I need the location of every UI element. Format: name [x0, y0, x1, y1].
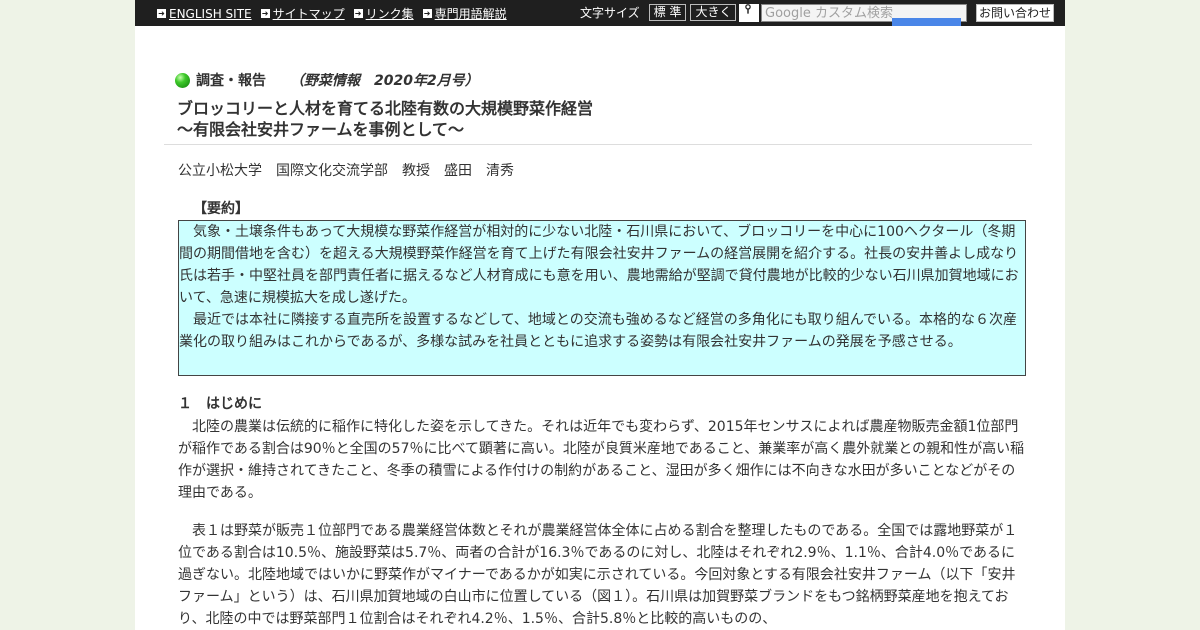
nav-label: リンク集 — [365, 7, 414, 21]
content-panel: 調査・報告 （野菜情報 2020年2月号） ブロッコリーと人材を育てる北陸有数の… — [135, 26, 1065, 630]
nav-label: サイトマップ — [272, 7, 345, 21]
author: 公立小松大学 国際文化交流学部 教授 盛田 清秀 — [178, 163, 514, 179]
font-size-control: 文字サイズ 標 準 大きく — [580, 4, 737, 21]
arrow-right-icon: ➜ — [157, 9, 166, 18]
font-size-label: 文字サイズ — [580, 6, 640, 20]
green-bullet-icon — [175, 72, 190, 88]
summary-paragraph: 最近では本社に隣接する直売所を設置するなどして、地域との交流も強めるなど経営の多… — [179, 312, 1018, 350]
nav-english-site[interactable]: ➜ ENGLISH SITE — [157, 5, 252, 22]
body-paragraph: 北陸の農業は伝統的に稲作に特化した姿を示してきた。それは近年でも変わらず、201… — [178, 419, 1025, 501]
source-label: （野菜情報 2020年2月号） — [290, 73, 479, 89]
nav-sitemap[interactable]: ➜ サイトマップ — [260, 5, 345, 22]
font-large-button[interactable]: 大きく — [690, 4, 737, 21]
summary-paragraph: 気象・土壌条件もあって大規模な野菜作経営が相対的に少ない北陸・石川県において、ブ… — [179, 224, 1019, 306]
nav-links[interactable]: ➜ リンク集 — [353, 5, 414, 22]
arrow-right-icon: ➜ — [353, 9, 363, 18]
section-heading: １ はじめに — [178, 396, 262, 412]
title-line-2: ～有限会社安井ファームを事例として～ — [177, 120, 465, 139]
contact-button[interactable]: お問い合わせ — [976, 4, 1055, 22]
title-line-1: ブロッコリーと人材を育てる北陸有数の大規模野菜作経営 — [177, 99, 594, 118]
page-title: ブロッコリーと人材を育てる北陸有数の大規模野菜作経営 ～有限会社安井ファームを事… — [177, 98, 593, 140]
summary-box: 気象・土壌条件もあって大規模な野菜作経営が相対的に少ない北陸・石川県において、ブ… — [178, 220, 1026, 376]
nav-label: ENGLISH SITE — [169, 6, 252, 21]
divider — [967, 4, 976, 22]
top-nav: ➜ ENGLISH SITE ➜ サイトマップ ➜ リンク集 ➜ 専門用語解説 — [157, 5, 507, 22]
search-icon — [745, 4, 751, 14]
arrow-right-icon: ➜ — [422, 9, 432, 18]
body-paragraph: 表１は野菜が販売１位部門である農業経営体数とそれが農業経営体全体に占める割合を整… — [178, 523, 1018, 627]
search-icon-box — [739, 4, 759, 22]
font-standard-button[interactable]: 標 準 — [648, 4, 687, 21]
divider — [164, 144, 1032, 145]
section-label: 調査・報告 — [196, 73, 266, 89]
arrow-right-icon: ➜ — [260, 9, 270, 18]
section-header: 調査・報告 （野菜情報 2020年2月号） — [175, 70, 479, 90]
summary-heading: 【要約】 — [193, 201, 249, 217]
nav-glossary[interactable]: ➜ 専門用語解説 — [422, 5, 507, 22]
nav-label: 専門用語解説 — [434, 7, 507, 21]
